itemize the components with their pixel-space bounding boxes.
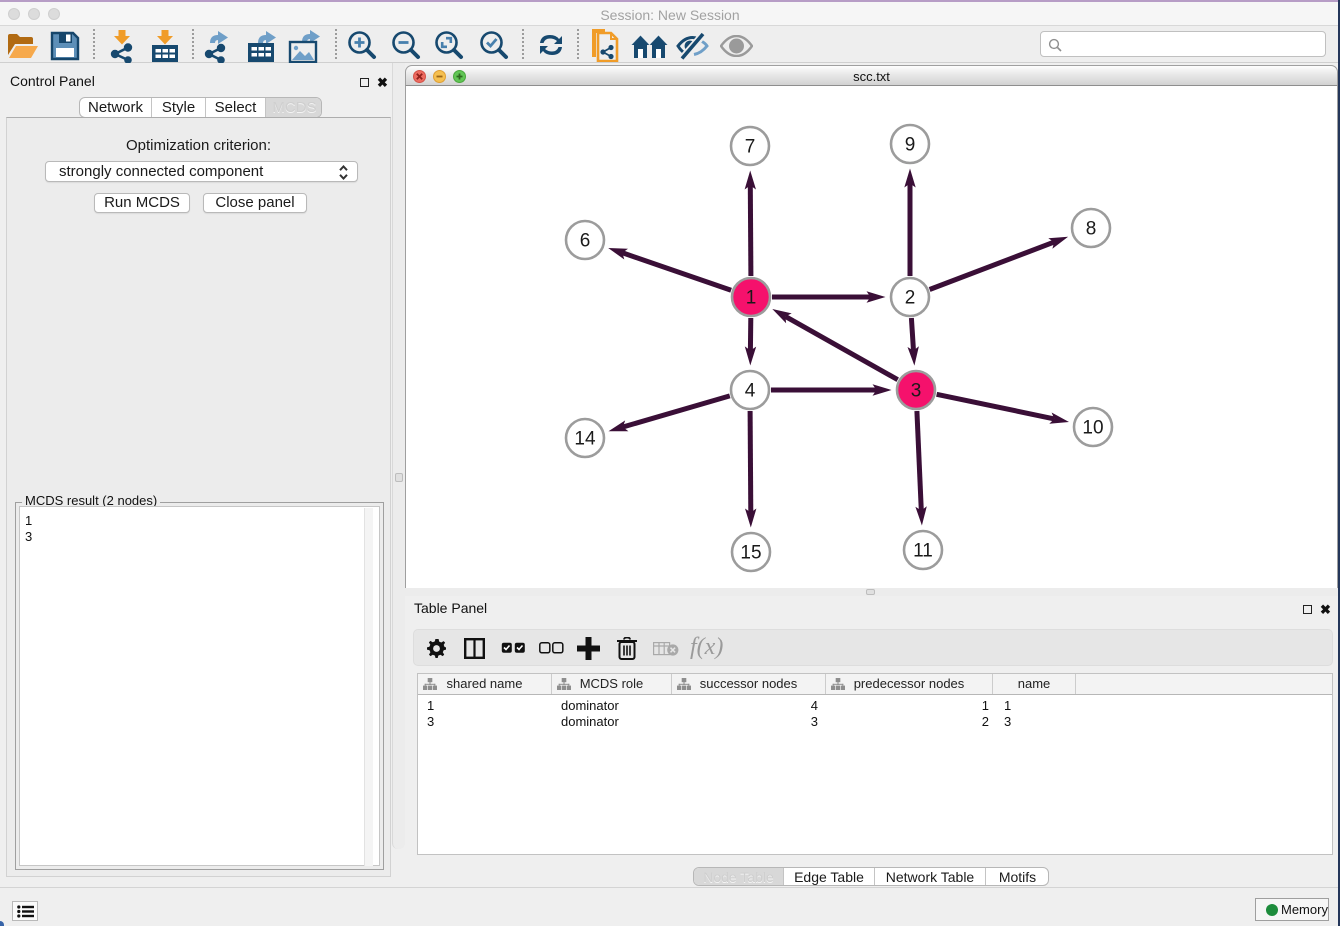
svg-text:14: 14 (574, 429, 596, 450)
svg-text:4: 4 (745, 381, 756, 402)
svg-text:8: 8 (1086, 219, 1097, 240)
svg-text:6: 6 (580, 231, 591, 252)
svg-text:2: 2 (905, 288, 916, 309)
svg-text:1: 1 (746, 288, 757, 309)
svg-text:11: 11 (913, 541, 933, 562)
svg-text:7: 7 (745, 137, 756, 158)
svg-text:9: 9 (905, 135, 916, 156)
svg-text:10: 10 (1082, 418, 1103, 439)
svg-text:15: 15 (740, 543, 761, 564)
svg-text:3: 3 (911, 381, 922, 402)
